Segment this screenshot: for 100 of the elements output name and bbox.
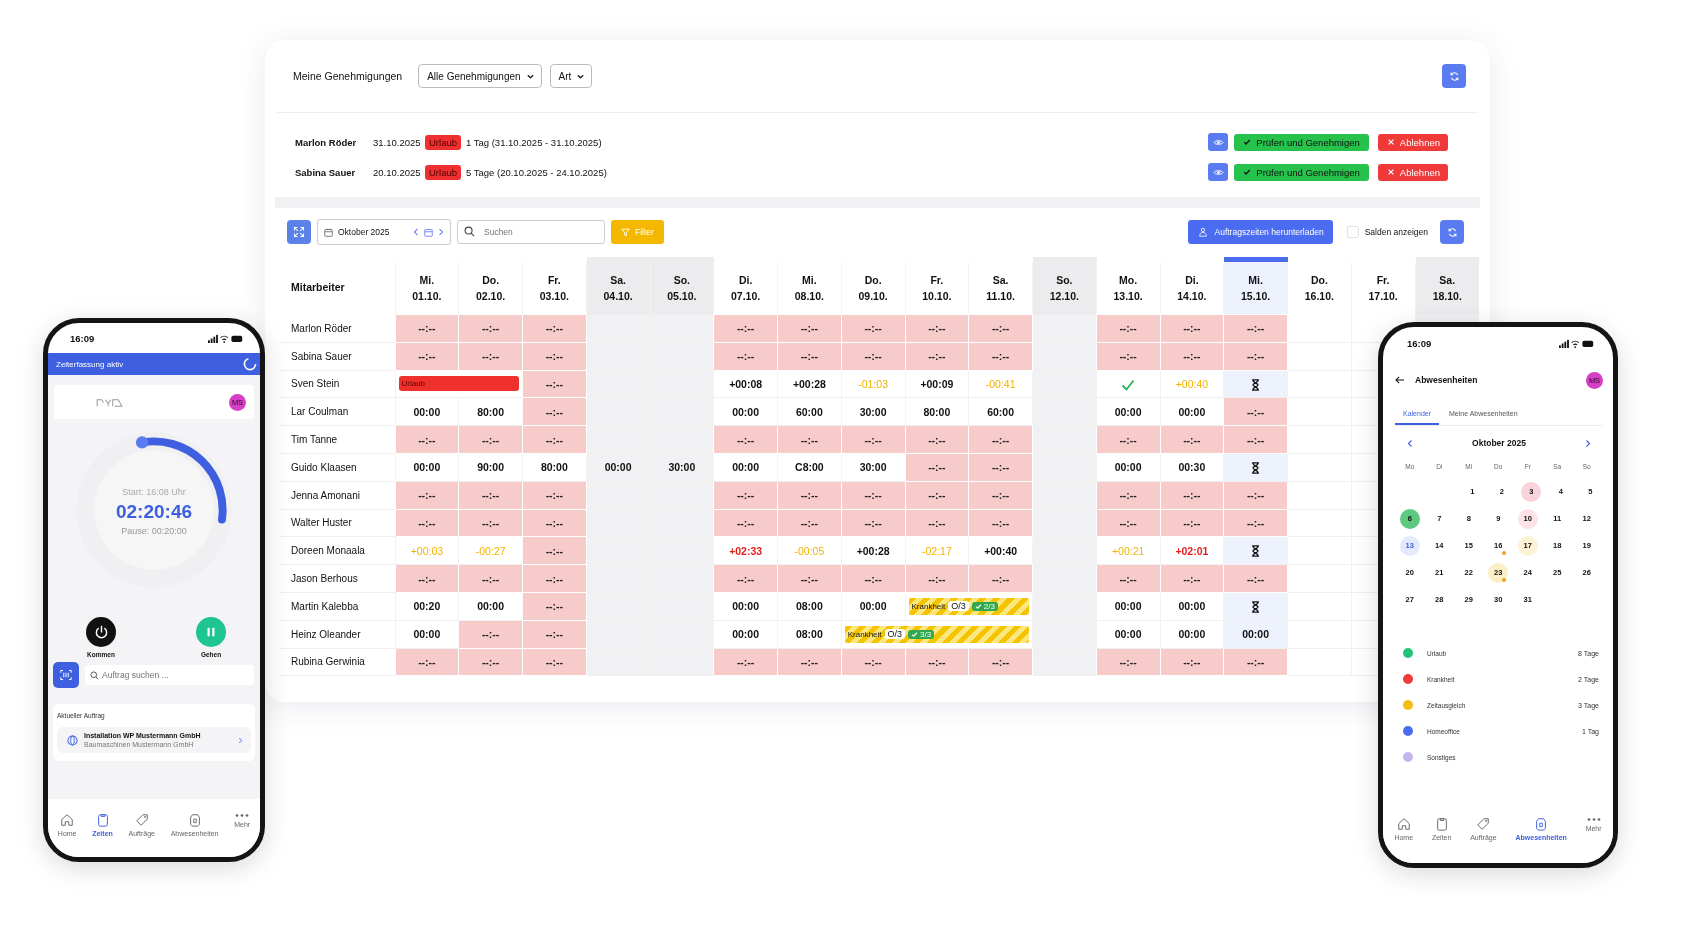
time-cell: --:-- — [458, 314, 523, 343]
chevron-right-icon[interactable] — [438, 228, 444, 236]
time-cell: --:-- — [395, 342, 459, 371]
reject-button[interactable]: Ablehnen — [1377, 163, 1448, 181]
chevron-left-icon[interactable] — [413, 228, 419, 236]
time-cell: --:-- — [905, 453, 969, 482]
time-cell: 00:00 — [713, 453, 778, 482]
time-cell: -01:03 — [841, 370, 905, 398]
time-cell: --:-- — [522, 342, 587, 371]
check-icon — [911, 630, 919, 638]
open-count: O/3 — [948, 601, 969, 612]
more-icon — [1586, 817, 1601, 822]
clipboard-icon — [1434, 817, 1449, 831]
power-button[interactable] — [86, 617, 116, 647]
check-icon — [974, 602, 982, 610]
time-cell: 00:00 — [1096, 620, 1160, 649]
expand-button[interactable] — [287, 220, 311, 244]
time-cell: --:-- — [395, 425, 459, 454]
time-cell: --:-- — [777, 648, 842, 676]
request-date: 31.10.2025 — [373, 136, 422, 148]
employee-name: Guido Klaasen — [279, 453, 395, 482]
approve-button[interactable]: Prüfen und Genehmigen — [1234, 133, 1369, 151]
close-icon — [1386, 138, 1395, 146]
time-cell: --:-- — [1160, 314, 1224, 343]
time-cell: --:-- — [522, 536, 587, 565]
column-header: Fr. 10.10. — [905, 259, 969, 315]
time-cell: --:-- — [1223, 481, 1288, 510]
approve-button[interactable]: Prüfen und Genehmigen — [1234, 163, 1369, 181]
time-cell: --:-- — [458, 342, 523, 371]
time-cell: --:-- — [905, 481, 969, 510]
column-header: Mi. 15.10. — [1223, 259, 1288, 315]
approvals-dropdown[interactable]: Alle Genehmigungen — [418, 64, 542, 88]
time-cell: 30:00 — [841, 397, 905, 426]
search-icon — [90, 670, 99, 680]
pause-button[interactable] — [196, 617, 226, 647]
refresh-button[interactable] — [1440, 220, 1464, 244]
month-picker[interactable]: Oktober 2025 — [317, 219, 451, 245]
time-cell: --:-- — [777, 342, 842, 371]
check-icon — [1243, 168, 1252, 176]
time-cell: --:-- — [1160, 342, 1224, 371]
scan-button[interactable] — [53, 662, 79, 688]
time-cell: --:-- — [1096, 564, 1160, 593]
expand-icon — [293, 226, 305, 238]
time-cell: --:-- — [1223, 509, 1288, 537]
filter-icon — [621, 227, 630, 237]
time-cell: --:-- — [777, 509, 842, 537]
column-header: Fr. 17.10. — [1351, 259, 1415, 315]
column-header: Mi. 01.10. — [395, 259, 459, 315]
time-cell: --:-- — [458, 425, 523, 454]
back-arrow-icon[interactable] — [1395, 376, 1405, 384]
time-cell: 00:00 — [713, 620, 778, 649]
type-dropdown[interactable]: Art — [549, 64, 593, 88]
employee-name: Marlon Röder — [295, 136, 358, 148]
absence-badge: Urlaub — [425, 134, 461, 150]
time-cell: --:-- — [458, 564, 523, 593]
time-cell: 00:00 — [586, 453, 650, 482]
time-cell: --:-- — [1096, 509, 1160, 537]
search-field[interactable]: Auftrag suchen ... — [85, 665, 254, 685]
check-icon — [1243, 138, 1252, 146]
time-cell: 00:00 — [1096, 592, 1160, 621]
chevron-right-icon[interactable] — [1585, 438, 1591, 448]
absence-badge: Urlaub — [425, 164, 461, 180]
time-cell: 00:00 — [713, 592, 778, 621]
time-cell: --:-- — [1223, 564, 1288, 593]
time-cell: --:-- — [713, 314, 778, 343]
time-cell: --:-- — [841, 564, 905, 593]
refresh-button[interactable] — [1442, 64, 1466, 88]
employee-name: Sven Stein — [279, 370, 395, 398]
time-cell: --:-- — [1223, 648, 1288, 676]
refresh-icon — [1448, 70, 1460, 82]
time-cell: +00:08 — [713, 370, 778, 398]
time-cell: --:-- — [968, 425, 1033, 454]
time-cell: --:-- — [905, 342, 969, 371]
time-cell: --:-- — [841, 342, 905, 371]
chevron-left-icon[interactable] — [1407, 438, 1413, 448]
time-cell: --:-- — [1223, 314, 1288, 343]
column-header: Mo. 13.10. — [1096, 259, 1160, 315]
calendar-icon[interactable] — [424, 227, 433, 237]
calendar-icon — [324, 227, 333, 237]
time-cell: --:-- — [841, 314, 905, 343]
time-cell: --:-- — [1223, 397, 1288, 426]
time-cell: 00:00 — [1096, 397, 1160, 426]
time-cell: +00:09 — [905, 370, 969, 398]
search-icon — [464, 226, 475, 237]
section-title: Meine Genehmigungen — [293, 70, 403, 82]
screen-title: Abwesenheiten — [1415, 375, 1478, 385]
download-button[interactable]: Auftragszeiten herunterladen — [1187, 220, 1333, 244]
vacation-bar: Urlaub — [398, 376, 519, 392]
checkbox[interactable] — [1346, 226, 1359, 238]
time-cell: --:-- — [1160, 564, 1224, 593]
reject-button[interactable]: Ablehnen — [1377, 133, 1448, 151]
logo-icon — [96, 396, 124, 408]
time-cell: --:-- — [713, 648, 778, 676]
search-field[interactable]: Suchen — [457, 220, 605, 244]
absence-label: Krankheit — [847, 629, 882, 639]
time-cell: --:-- — [1223, 425, 1288, 454]
time-cell: 00:00 — [713, 397, 778, 426]
view-button[interactable] — [1208, 133, 1229, 151]
time-cell: --:-- — [522, 425, 587, 454]
view-button[interactable] — [1208, 163, 1229, 181]
